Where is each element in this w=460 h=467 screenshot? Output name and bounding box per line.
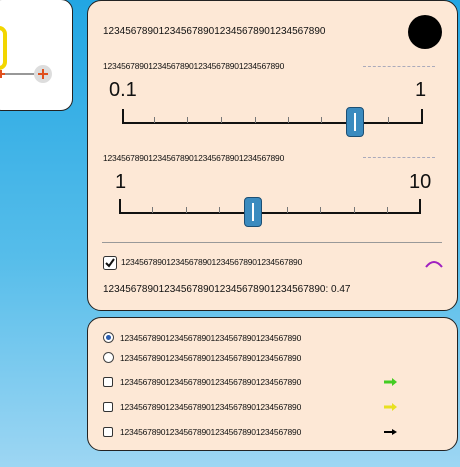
slider2-max: 10 bbox=[409, 171, 432, 193]
slider1-max: 1 bbox=[415, 79, 427, 101]
slider2-min: 1 bbox=[115, 171, 127, 193]
checkbox-row[interactable]: 1234567890123456789012345678901234567890 bbox=[103, 255, 443, 271]
slider1-min: 0.1 bbox=[109, 79, 137, 101]
slider2-dashed-line bbox=[363, 157, 435, 158]
arrow-checkbox-1[interactable] bbox=[103, 377, 113, 387]
yellow-arrow-icon bbox=[384, 403, 397, 411]
slider1-thumb[interactable] bbox=[346, 107, 364, 137]
radio-option-2[interactable] bbox=[103, 352, 114, 363]
settings-panel: 1234567890123456789012345678901234567890… bbox=[87, 0, 458, 311]
slider1-label: 1234567890123456789012345678901234567890 bbox=[103, 61, 285, 71]
preview-panel bbox=[0, 0, 73, 111]
slider1-dashed-line bbox=[363, 66, 435, 67]
slider1[interactable] bbox=[122, 103, 423, 137]
radio-option-1-label: 1234567890123456789012345678901234567890 bbox=[120, 333, 302, 343]
arrow-checkbox-1-label: 1234567890123456789012345678901234567890 bbox=[120, 377, 302, 387]
checkbox-checked-icon[interactable] bbox=[103, 256, 117, 270]
checkbox-label: 1234567890123456789012345678901234567890 bbox=[121, 257, 303, 267]
arc-icon bbox=[425, 261, 443, 268]
color-swatch[interactable] bbox=[408, 15, 442, 49]
value-readout: 1234567890123456789012345678901234567890… bbox=[103, 284, 351, 295]
preview-graphic-icon bbox=[0, 26, 52, 83]
slider2[interactable] bbox=[119, 197, 421, 227]
black-arrow-icon bbox=[384, 429, 397, 435]
slider2-label: 1234567890123456789012345678901234567890 bbox=[103, 153, 285, 163]
green-arrow-icon bbox=[384, 378, 397, 386]
arrow-checkbox-2[interactable] bbox=[103, 402, 113, 412]
radio-option-2-label: 1234567890123456789012345678901234567890 bbox=[120, 353, 302, 363]
arrow-checkbox-3-label: 1234567890123456789012345678901234567890 bbox=[120, 427, 302, 437]
slider2-thumb[interactable] bbox=[244, 197, 262, 227]
divider bbox=[102, 242, 442, 243]
radio-option-1[interactable] bbox=[103, 332, 114, 343]
options-panel: 1234567890123456789012345678901234567890… bbox=[87, 317, 458, 451]
arrow-checkbox-2-label: 1234567890123456789012345678901234567890 bbox=[120, 402, 302, 412]
arrow-checkbox-3[interactable] bbox=[103, 427, 113, 437]
panel-title: 1234567890123456789012345678901234567890 bbox=[103, 26, 326, 37]
